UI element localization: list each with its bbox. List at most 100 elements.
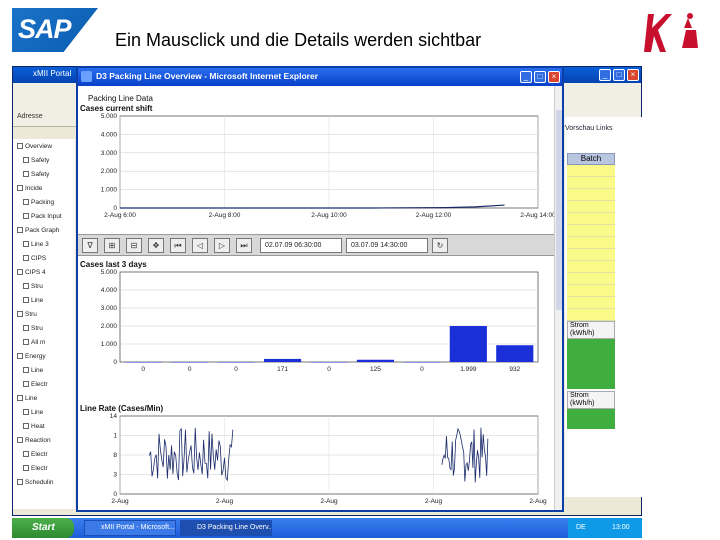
tree-item[interactable]: CIPS 4 — [17, 269, 46, 276]
address-label: Adresse — [17, 113, 43, 120]
tree-item-label: Reaction — [25, 437, 51, 444]
zoom-in-icon[interactable]: ⊞ — [104, 238, 120, 253]
checkbox-icon[interactable] — [23, 213, 29, 220]
pan-icon[interactable]: ✥ — [148, 238, 164, 253]
minimize-icon[interactable]: _ — [599, 69, 611, 81]
tree-item-label: Pack Input — [31, 213, 62, 220]
checkbox-icon[interactable] — [17, 143, 23, 150]
checkbox-icon[interactable] — [23, 241, 29, 248]
tree-item[interactable]: Schedulin — [17, 479, 54, 486]
tree-item[interactable]: Line — [17, 395, 37, 402]
tree-item-label: Packing — [31, 199, 55, 206]
tree-item[interactable]: Incide — [17, 185, 42, 192]
checkbox-icon[interactable] — [23, 451, 29, 458]
checkbox-icon[interactable] — [17, 353, 23, 360]
checkbox-icon[interactable] — [17, 227, 23, 234]
tree-item[interactable]: Stru — [23, 283, 43, 290]
minimize-icon[interactable]: _ — [520, 71, 532, 83]
chart2-bar — [124, 362, 162, 363]
back-icon[interactable]: ◁ — [192, 238, 208, 253]
tree-item[interactable]: Heat — [23, 423, 45, 430]
tree-item[interactable]: Line 3 — [23, 241, 49, 248]
chart1-y-tick: 5.000 — [101, 113, 118, 120]
maximize-icon[interactable]: □ — [613, 69, 625, 81]
tree-item[interactable]: Electr — [23, 451, 48, 458]
tree-item[interactable]: Safety — [23, 157, 49, 164]
chart2-value-label: 125 — [370, 366, 381, 373]
chart2-bar — [403, 362, 441, 363]
refresh-icon[interactable]: ↻ — [432, 238, 448, 253]
chart2-value-label: 1.999 — [460, 366, 477, 373]
tree-item[interactable]: Electr — [23, 465, 48, 472]
checkbox-icon[interactable] — [23, 367, 29, 374]
end-time-field[interactable]: 03.07.09 14:30:00 — [346, 238, 428, 253]
chart2-bar — [171, 362, 209, 363]
tree-item-label: Line — [31, 297, 44, 304]
filter-icon[interactable]: ∇ — [82, 238, 98, 253]
start-button[interactable]: Start — [12, 518, 74, 538]
checkbox-icon[interactable] — [23, 255, 29, 262]
tree-item[interactable]: Overview — [17, 143, 52, 150]
last-icon[interactable]: ⏭ — [236, 238, 252, 253]
tree-item-label: CIPS — [31, 255, 47, 262]
checkbox-icon[interactable] — [23, 381, 29, 388]
right-tabs[interactable]: Vorschau Links — [565, 125, 612, 132]
tree-item[interactable]: Line — [23, 367, 43, 374]
checkbox-icon[interactable] — [17, 395, 23, 402]
tree-item[interactable]: CIPS — [23, 255, 46, 262]
chart2-y-tick: 3.000 — [101, 305, 118, 312]
close-icon[interactable]: × — [627, 69, 639, 81]
tree-item[interactable]: Stru — [23, 325, 43, 332]
checkbox-icon[interactable] — [23, 465, 29, 472]
checkbox-icon[interactable] — [17, 479, 23, 486]
ie-titlebar[interactable]: D3 Packing Line Overview - Microsoft Int… — [78, 68, 562, 86]
chart3-x-tick: 2-Aug — [320, 498, 338, 505]
chart-cases-last-3-days: 5.000 4.000 3.000 2.000 1.000 0 0 0 0 171 0 125 0 1.9… — [101, 269, 539, 373]
chart1-x-tick: 2-Aug 6:00 — [104, 212, 136, 219]
checkbox-icon[interactable] — [17, 185, 23, 192]
chart2-bar — [449, 326, 487, 362]
first-icon[interactable]: ⏮ — [170, 238, 186, 253]
checkbox-icon[interactable] — [17, 437, 23, 444]
close-icon[interactable]: × — [548, 71, 560, 83]
vertical-scrollbar[interactable] — [554, 86, 562, 510]
taskbar-item-portal[interactable]: xMII Portal - Microsoft... — [84, 520, 176, 536]
checkbox-icon[interactable] — [17, 269, 23, 276]
checkbox-icon[interactable] — [23, 199, 29, 206]
batch-cell — [567, 309, 615, 321]
checkbox-icon[interactable] — [23, 423, 29, 430]
ie-content: Packing Line Data Cases current shift 5.… — [78, 86, 554, 510]
tree-item[interactable]: Pack Input — [23, 213, 62, 220]
tree-item[interactable]: All m — [23, 339, 45, 346]
maximize-icon[interactable]: □ — [534, 71, 546, 83]
checkbox-icon[interactable] — [23, 339, 29, 346]
tree-item[interactable]: Line — [23, 409, 43, 416]
batch-cell — [567, 213, 615, 225]
ie-icon — [81, 71, 92, 82]
tree-item[interactable]: Line — [23, 297, 43, 304]
forward-icon[interactable]: ▷ — [214, 238, 230, 253]
checkbox-icon[interactable] — [23, 171, 29, 178]
checkbox-icon[interactable] — [23, 157, 29, 164]
chart2-bar — [263, 358, 302, 362]
start-time-field[interactable]: 02.07.09 06:30:00 — [260, 238, 342, 253]
scrollbar-thumb[interactable] — [556, 110, 562, 310]
checkbox-icon[interactable] — [23, 297, 29, 304]
checkbox-icon[interactable] — [23, 283, 29, 290]
taskbar: Start xMII Portal - Microsoft... D3 Pack… — [12, 518, 642, 538]
taskbar-item-ie[interactable]: D3 Packing Line Overv... — [180, 520, 272, 536]
checkbox-icon[interactable] — [17, 311, 23, 318]
tree-item[interactable]: Energy — [17, 353, 46, 360]
tree-item[interactable]: Reaction — [17, 437, 51, 444]
tree-item[interactable]: Safety — [23, 171, 49, 178]
strom-label-1: Strom (kWh/h) — [567, 321, 615, 339]
tree-item[interactable]: Packing — [23, 199, 54, 206]
checkbox-icon[interactable] — [23, 325, 29, 332]
tree-item[interactable]: Pack Graph — [17, 227, 59, 234]
checkbox-icon[interactable] — [23, 409, 29, 416]
tree-item[interactable]: Electr — [23, 381, 48, 388]
zoom-out-icon[interactable]: ⊟ — [126, 238, 142, 253]
batch-cell — [567, 297, 615, 309]
tree-item[interactable]: Stru — [17, 311, 37, 318]
batch-cell — [567, 237, 615, 249]
